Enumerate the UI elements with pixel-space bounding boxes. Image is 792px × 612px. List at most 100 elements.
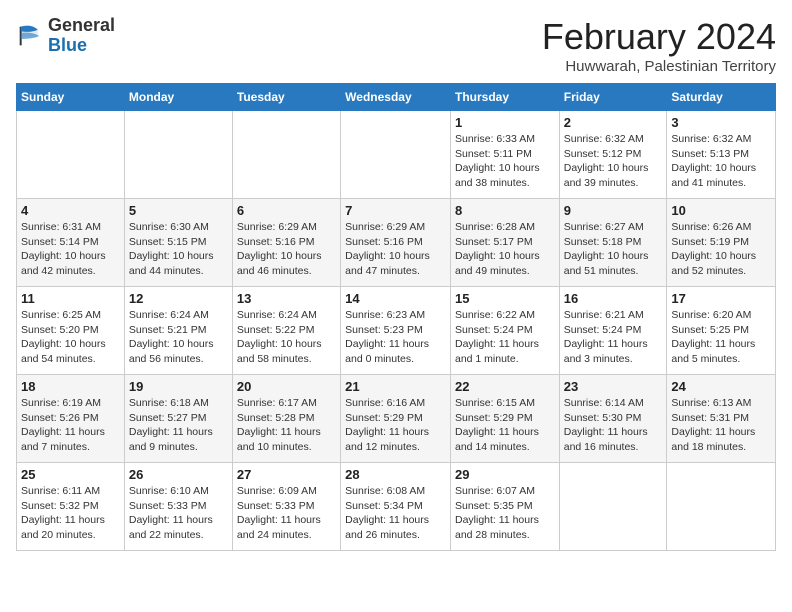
day-cell: 14 Sunrise: 6:23 AMSunset: 5:23 PMDayligh… (341, 287, 451, 375)
day-number: 13 (237, 291, 336, 306)
col-header-thursday: Thursday (450, 84, 559, 111)
day-info: Sunrise: 6:14 AMSunset: 5:30 PMDaylight:… (564, 396, 663, 455)
day-info: Sunrise: 6:10 AMSunset: 5:33 PMDaylight:… (129, 484, 228, 543)
days-header-row: SundayMondayTuesdayWednesdayThursdayFrid… (17, 84, 776, 111)
day-cell: 7 Sunrise: 6:29 AMSunset: 5:16 PMDaylight… (341, 199, 451, 287)
calendar-table: SundayMondayTuesdayWednesdayThursdayFrid… (16, 83, 776, 551)
day-info: Sunrise: 6:24 AMSunset: 5:22 PMDaylight:… (237, 308, 336, 367)
day-cell (559, 463, 667, 551)
day-cell: 24 Sunrise: 6:13 AMSunset: 5:31 PMDayligh… (667, 375, 776, 463)
col-header-friday: Friday (559, 84, 667, 111)
col-header-wednesday: Wednesday (341, 84, 451, 111)
day-info: Sunrise: 6:32 AMSunset: 5:13 PMDaylight:… (671, 132, 771, 191)
day-info: Sunrise: 6:16 AMSunset: 5:29 PMDaylight:… (345, 396, 446, 455)
day-cell (667, 463, 776, 551)
day-number: 7 (345, 203, 446, 218)
day-info: Sunrise: 6:24 AMSunset: 5:21 PMDaylight:… (129, 308, 228, 367)
day-info: Sunrise: 6:15 AMSunset: 5:29 PMDaylight:… (455, 396, 555, 455)
day-number: 5 (129, 203, 228, 218)
day-cell: 1Sunrise: 6:33 AMSunset: 5:11 PMDaylight… (450, 111, 559, 199)
day-number: 23 (564, 379, 663, 394)
day-number: 4 (21, 203, 120, 218)
logo: General Blue (16, 16, 115, 56)
day-cell: 10 Sunrise: 6:26 AMSunset: 5:19 PMDayligh… (667, 199, 776, 287)
day-number: 8 (455, 203, 555, 218)
day-number: 28 (345, 467, 446, 482)
day-info: Sunrise: 6:28 AMSunset: 5:17 PMDaylight:… (455, 220, 555, 279)
day-info: Sunrise: 6:07 AMSunset: 5:35 PMDaylight:… (455, 484, 555, 543)
day-cell: 19 Sunrise: 6:18 AMSunset: 5:27 PMDayligh… (124, 375, 232, 463)
title-block: February 2024 Huwwarah, Palestinian Terr… (542, 16, 776, 75)
day-number: 16 (564, 291, 663, 306)
col-header-tuesday: Tuesday (232, 84, 340, 111)
week-row-2: 4 Sunrise: 6:31 AMSunset: 5:14 PMDaylight… (17, 199, 776, 287)
day-cell: 25 Sunrise: 6:11 AMSunset: 5:32 PMDayligh… (17, 463, 125, 551)
day-info: Sunrise: 6:18 AMSunset: 5:27 PMDaylight:… (129, 396, 228, 455)
logo-icon (16, 22, 44, 50)
day-info: Sunrise: 6:08 AMSunset: 5:34 PMDaylight:… (345, 484, 446, 543)
col-header-sunday: Sunday (17, 84, 125, 111)
day-info: Sunrise: 6:21 AMSunset: 5:24 PMDaylight:… (564, 308, 663, 367)
day-number: 3 (671, 115, 771, 130)
day-info: Sunrise: 6:11 AMSunset: 5:32 PMDaylight:… (21, 484, 120, 543)
day-cell: 17Sunrise: 6:20 AMSunset: 5:25 PMDayligh… (667, 287, 776, 375)
day-number: 26 (129, 467, 228, 482)
day-number: 25 (21, 467, 120, 482)
day-cell: 28 Sunrise: 6:08 AMSunset: 5:34 PMDayligh… (341, 463, 451, 551)
day-number: 11 (21, 291, 120, 306)
day-info: Sunrise: 6:31 AMSunset: 5:14 PMDaylight:… (21, 220, 120, 279)
logo-text: General Blue (48, 16, 115, 56)
day-number: 6 (237, 203, 336, 218)
day-number: 15 (455, 291, 555, 306)
day-cell (232, 111, 340, 199)
day-info: Sunrise: 6:17 AMSunset: 5:28 PMDaylight:… (237, 396, 336, 455)
day-number: 21 (345, 379, 446, 394)
day-cell: 18 Sunrise: 6:19 AMSunset: 5:26 PMDayligh… (17, 375, 125, 463)
day-number: 10 (671, 203, 771, 218)
day-cell (124, 111, 232, 199)
day-number: 19 (129, 379, 228, 394)
day-cell: 21 Sunrise: 6:16 AMSunset: 5:29 PMDayligh… (341, 375, 451, 463)
location-title: Huwwarah, Palestinian Territory (542, 58, 776, 75)
day-cell: 20 Sunrise: 6:17 AMSunset: 5:28 PMDayligh… (232, 375, 340, 463)
day-number: 2 (564, 115, 663, 130)
day-info: Sunrise: 6:26 AMSunset: 5:19 PMDaylight:… (671, 220, 771, 279)
day-cell: 6 Sunrise: 6:29 AMSunset: 5:16 PMDaylight… (232, 199, 340, 287)
day-cell: 13 Sunrise: 6:24 AMSunset: 5:22 PMDayligh… (232, 287, 340, 375)
day-cell: 12Sunrise: 6:24 AMSunset: 5:21 PMDayligh… (124, 287, 232, 375)
day-number: 22 (455, 379, 555, 394)
day-number: 9 (564, 203, 663, 218)
day-info: Sunrise: 6:29 AMSunset: 5:16 PMDaylight:… (237, 220, 336, 279)
day-info: Sunrise: 6:29 AMSunset: 5:16 PMDaylight:… (345, 220, 446, 279)
week-row-4: 18 Sunrise: 6:19 AMSunset: 5:26 PMDayligh… (17, 375, 776, 463)
day-info: Sunrise: 6:25 AMSunset: 5:20 PMDaylight:… (21, 308, 120, 367)
week-row-1: 1Sunrise: 6:33 AMSunset: 5:11 PMDaylight… (17, 111, 776, 199)
day-number: 14 (345, 291, 446, 306)
day-number: 24 (671, 379, 771, 394)
day-cell (341, 111, 451, 199)
day-info: Sunrise: 6:22 AMSunset: 5:24 PMDaylight:… (455, 308, 555, 367)
logo-general: General (48, 15, 115, 35)
day-cell: 9Sunrise: 6:27 AMSunset: 5:18 PMDaylight… (559, 199, 667, 287)
logo-blue: Blue (48, 35, 87, 55)
day-info: Sunrise: 6:23 AMSunset: 5:23 PMDaylight:… (345, 308, 446, 367)
day-number: 29 (455, 467, 555, 482)
week-row-5: 25 Sunrise: 6:11 AMSunset: 5:32 PMDayligh… (17, 463, 776, 551)
day-cell: 22 Sunrise: 6:15 AMSunset: 5:29 PMDayligh… (450, 375, 559, 463)
day-cell: 8 Sunrise: 6:28 AMSunset: 5:17 PMDaylight… (450, 199, 559, 287)
day-cell: 29 Sunrise: 6:07 AMSunset: 5:35 PMDayligh… (450, 463, 559, 551)
day-cell (17, 111, 125, 199)
day-cell: 23 Sunrise: 6:14 AMSunset: 5:30 PMDayligh… (559, 375, 667, 463)
day-cell: 27Sunrise: 6:09 AMSunset: 5:33 PMDayligh… (232, 463, 340, 551)
day-cell: 5 Sunrise: 6:30 AMSunset: 5:15 PMDaylight… (124, 199, 232, 287)
month-title: February 2024 (542, 16, 776, 58)
day-info: Sunrise: 6:19 AMSunset: 5:26 PMDaylight:… (21, 396, 120, 455)
day-info: Sunrise: 6:33 AMSunset: 5:11 PMDaylight:… (455, 132, 555, 191)
day-info: Sunrise: 6:32 AMSunset: 5:12 PMDaylight:… (564, 132, 663, 191)
day-number: 18 (21, 379, 120, 394)
day-cell: 11 Sunrise: 6:25 AMSunset: 5:20 PMDayligh… (17, 287, 125, 375)
day-number: 20 (237, 379, 336, 394)
day-info: Sunrise: 6:13 AMSunset: 5:31 PMDaylight:… (671, 396, 771, 455)
day-info: Sunrise: 6:30 AMSunset: 5:15 PMDaylight:… (129, 220, 228, 279)
day-number: 17 (671, 291, 771, 306)
